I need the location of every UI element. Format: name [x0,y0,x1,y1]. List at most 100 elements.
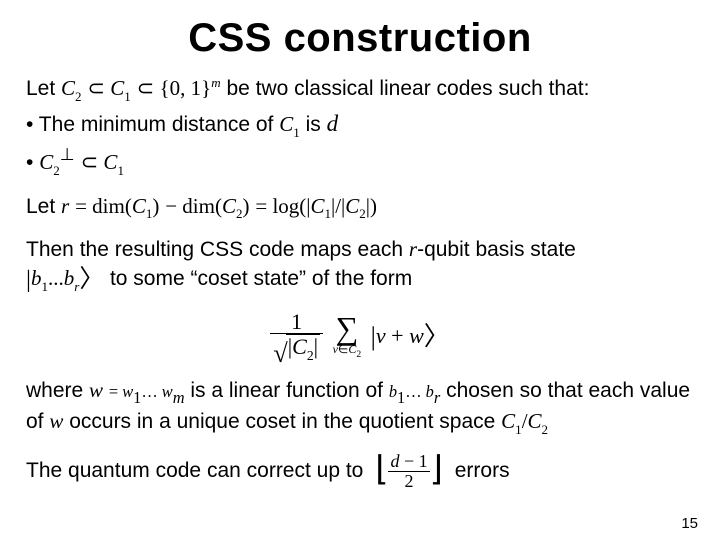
sym-b: b [31,266,42,290]
eq: = [109,382,122,401]
sub: 1 [515,422,522,437]
sym-c1: C [310,194,324,218]
sub: 2 [236,206,243,221]
text: |/| [331,194,345,218]
sym-w: w [162,382,173,401]
sub: 2 [359,206,366,221]
sym-w: w [49,409,63,433]
sqrt: √ |C2| [273,334,320,363]
subset-icon: ⊂ [137,76,160,100]
dots: … [141,382,161,401]
log: log(| [272,194,310,218]
dim: dim( [182,194,222,218]
sub: 1 [325,206,332,221]
text: Then the resulting CSS code maps each [26,238,409,261]
subset-icon: ⊂ [81,150,104,174]
text: -qubit basis state [417,238,576,261]
sub: r [74,279,79,294]
sub: 2 [307,348,314,363]
sym-c2: C [292,334,307,359]
plus: + [386,323,409,348]
slide-title: CSS construction [26,16,694,61]
text: • [26,151,39,174]
sym-r: r [409,237,417,261]
sup-m: m [211,75,220,90]
sub: 1 [41,279,48,294]
floor-right-icon: ⌋ [430,456,443,483]
sqrt-icon: √ [273,340,287,369]
sub: 2 [75,89,82,104]
sub: r [434,388,440,407]
text: Let [26,195,61,218]
text: be two classical linear codes such that: [226,77,589,100]
sym-c2: C [222,194,236,218]
sym-b: b [426,382,434,401]
sum-limits: v∈C2 [333,342,362,361]
fraction: 1 √ |C2| [270,310,323,363]
error-capacity-line: The quantum code can correct up to ⌊ d −… [26,452,694,491]
den: 2 [388,472,429,491]
text: is a linear function of [190,379,388,402]
premise-line: Let C2 ⊂ C1 ⊂ {0, 1}m be two classical l… [26,75,694,105]
def-r-line: Let r = dim(C1) − dim(C2) = log(|C1|/|C2… [26,193,694,223]
paren: ) [152,194,159,218]
floor-expression: ⌊ d − 1 2 ⌋ [375,452,443,491]
subset-icon: ⊂ [87,76,110,100]
where-paragraph: where w = w1… wm is a linear function of… [26,377,694,438]
sub: 2 [53,163,60,178]
text: Let [26,77,61,100]
sym-r: r [61,194,69,218]
bar: | [314,334,318,359]
ket-right-icon: 〉 [424,322,450,351]
text: errors [455,459,510,482]
bullet-min-distance: • The minimum distance of C1 is d [26,109,694,141]
sym-c1: C [103,150,117,174]
perp-icon: ⊥ [60,145,75,164]
num: 0 [170,76,181,100]
paren: ) [243,194,250,218]
dim: dim( [92,194,132,218]
page-number: 15 [681,515,698,532]
brace: } [201,76,211,100]
text: is [306,113,327,136]
sub: m [173,388,185,407]
sym-w: w [89,378,103,402]
sym-b: b [389,382,397,401]
floor-left-icon: ⌊ [375,456,388,483]
coset-state-formula: 1 √ |C2| ∑ v∈C2 [26,310,694,363]
dots: … [405,382,425,401]
text: The quantum code can correct up to [26,459,369,482]
sub: 1 [397,388,405,407]
sym-c2: C [345,194,359,218]
numerator: 1 [270,310,323,334]
slide: CSS construction Let C2 ⊂ C1 ⊂ {0, 1}m b… [0,0,720,540]
bullet-perp: • C2⊥ ⊂ C1 [26,145,694,179]
sym-c2: C [61,76,75,100]
sub: 1 [133,388,141,407]
text: • The minimum distance of [26,113,279,136]
sub: 1 [124,89,131,104]
text: occurs in a unique coset in the quotient… [63,410,501,433]
sym-d: d [327,110,339,136]
dots: ... [48,266,64,290]
text: to some “coset state” of the form [110,267,412,290]
sym-v: v [376,323,386,348]
sub: 2 [542,422,549,437]
text: |) [366,194,377,218]
eq: = [75,194,92,218]
ket-right-icon: 〉 [79,266,104,293]
sub: 1 [146,206,153,221]
sym-c2: C [39,150,53,174]
sym-c1: C [501,409,515,433]
sym-c2: C [528,409,542,433]
sym-b: b [64,266,75,290]
sym-w: w [122,382,133,401]
comma: , [180,76,191,100]
brace: { [160,76,170,100]
sub: 1 [117,163,124,178]
text: where [26,379,89,402]
then-paragraph: Then the resulting CSS code maps each r-… [26,236,694,296]
text: − 1 [399,451,427,471]
slide-body: Let C2 ⊂ C1 ⊂ {0, 1}m be two classical l… [26,75,694,491]
sym-c1: C [132,194,146,218]
